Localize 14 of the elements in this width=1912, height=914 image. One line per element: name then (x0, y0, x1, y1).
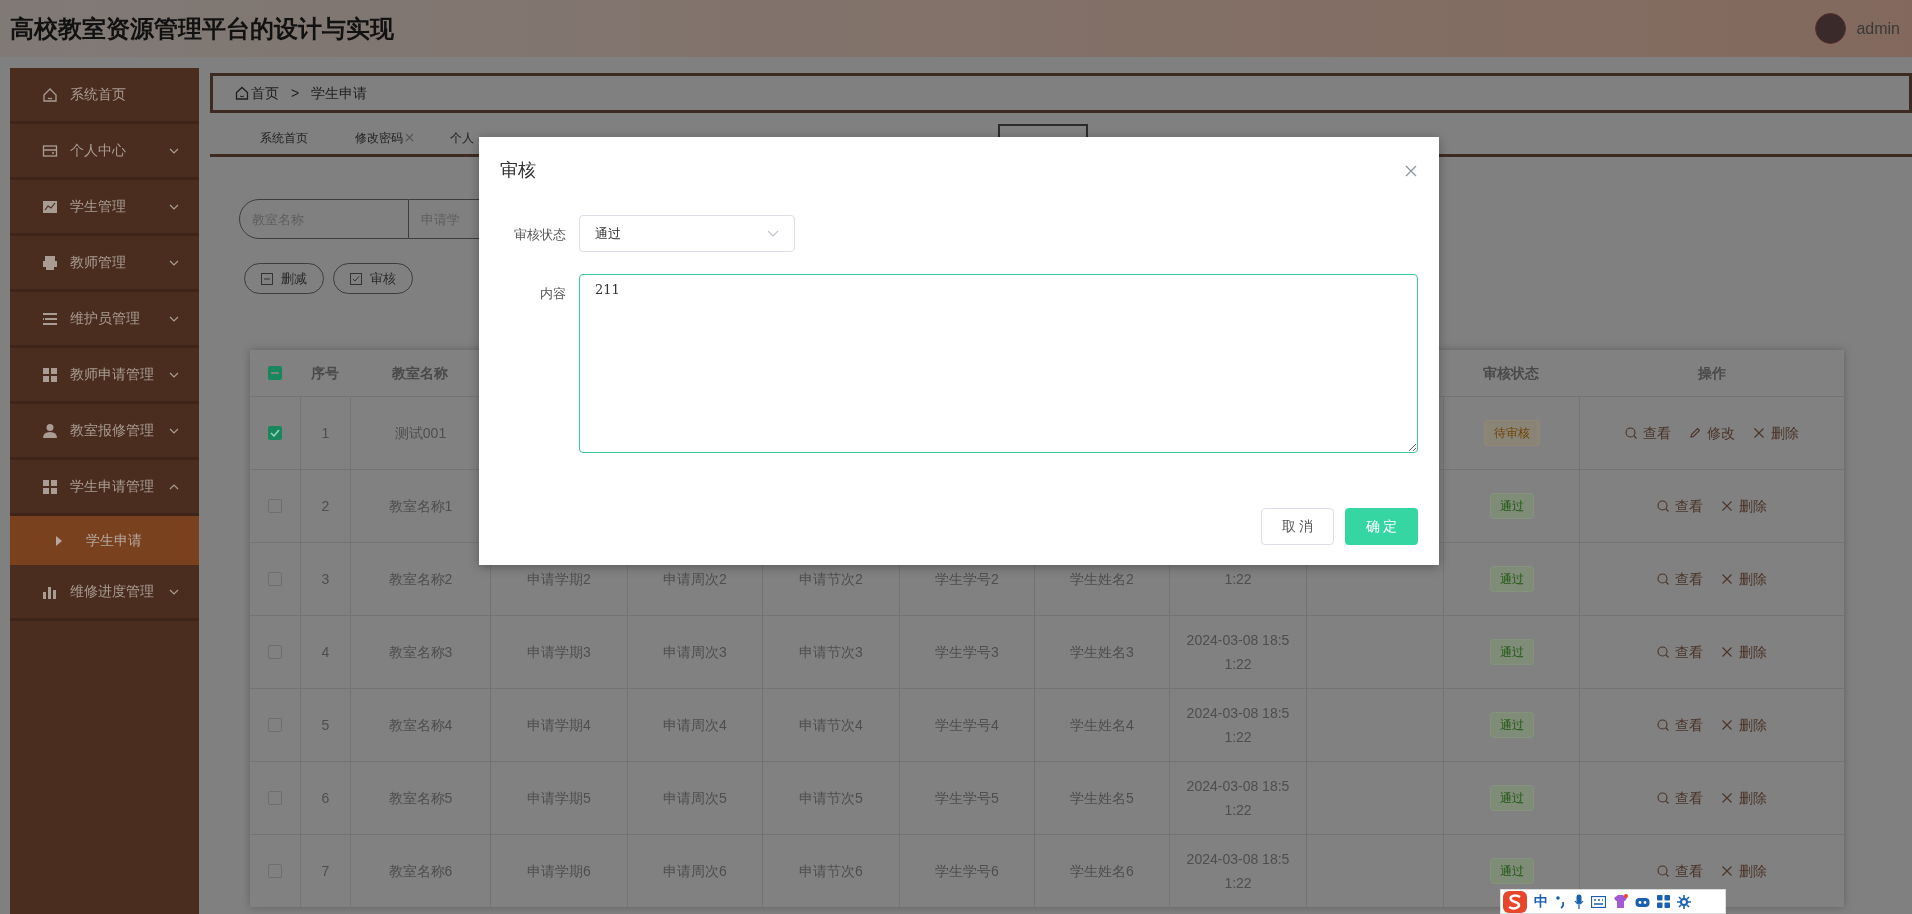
username: admin (1856, 18, 1900, 39)
status-tag: 通过 (1489, 712, 1534, 738)
status-tag: 通过 (1489, 639, 1534, 665)
dialog-title: 审核 (500, 159, 536, 182)
status-tag: 待审核 (1483, 420, 1540, 446)
app-title: 高校教室资源管理平台的设计与实现 (10, 13, 394, 44)
status-tag: 通过 (1489, 493, 1534, 519)
field-label: 审核状态 (513, 226, 566, 244)
status-tag: 通过 (1489, 858, 1534, 884)
breadcrumb-current: 学生申请 (311, 83, 368, 103)
field-label: 内容 (539, 285, 566, 303)
status-tag: 通过 (1489, 566, 1534, 592)
breadcrumb-separator: > (291, 83, 300, 103)
status-tag: 通过 (1489, 785, 1534, 811)
